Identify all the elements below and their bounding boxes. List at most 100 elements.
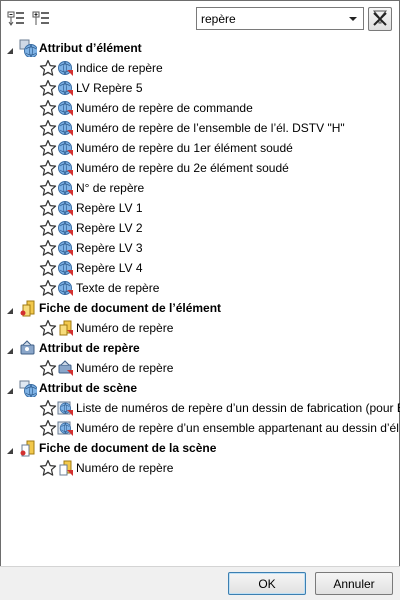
tree-item[interactable]: Numéro de repère [0,358,400,378]
tree-item-label: Numéro de repère de l’ensemble de l’él. … [76,121,345,135]
attribute-item-icon [57,359,73,377]
cancel-button[interactable]: Annuler [315,572,393,595]
expand-all-icon[interactable] [32,8,52,28]
attribute-item-icon [57,159,73,177]
attribute-item-icon [57,119,73,137]
tree-item-label: LV Repère 5 [76,81,143,95]
clear-filter-button[interactable] [368,7,392,31]
tree-item[interactable]: Repère LV 3 [0,238,400,258]
favorite-star-icon[interactable] [39,459,57,477]
tree-item-label: Repère LV 2 [76,221,143,235]
attribute-item-icon [57,319,73,337]
tree-group[interactable]: Attribut de repère [0,338,400,358]
collapse-all-icon[interactable] [7,8,27,28]
tree-group-label: Fiche de document de la scène [39,441,217,455]
tree-item-label: Numéro de repère de commande [76,101,253,115]
attribute-item-icon [57,219,73,237]
attribute-item-icon [57,259,73,277]
toolbar [0,0,400,36]
clear-filter-icon [372,10,388,26]
tree-item[interactable]: Liste de numéros de repère d’un dessin d… [0,398,400,418]
favorite-star-icon[interactable] [39,319,57,337]
itemnumber-attribute-icon [19,339,37,357]
tree-item[interactable]: Repère LV 1 [0,198,400,218]
tree-group-label: Attribut de scène [39,381,138,395]
tree-item-label: Repère LV 4 [76,261,143,275]
favorite-star-icon[interactable] [39,279,57,297]
attribute-item-icon [57,419,73,437]
tree-item-label: Numéro de repère [76,461,174,475]
tree-item[interactable]: Numéro de repère du 1er élément soudé [0,138,400,158]
tree-group-label: Attribut de repère [39,341,140,355]
scene-attribute-icon [19,379,38,398]
element-attribute-icon [19,39,38,58]
attribute-item-icon [57,399,73,417]
tree-item[interactable]: N° de repère [0,178,400,198]
tree-item-label: Numéro de repère du 1er élément soudé [76,141,293,155]
attribute-item-icon [57,459,73,477]
tree-item-label: Numéro de repère d’un ensemble appartena… [76,421,399,435]
tree-item-label: Numéro de repère [76,361,174,375]
expand-triangle-icon[interactable] [6,44,14,54]
search-combobox[interactable] [196,7,364,30]
favorite-star-icon[interactable] [39,59,57,77]
tree-item-label: Texte de repère [76,281,160,295]
attribute-tree[interactable]: Attribut d’élément Indice de repère LV Rep… [0,38,400,568]
tree-item[interactable]: Indice de repère [0,58,400,78]
favorite-star-icon[interactable] [39,239,57,257]
tree-item-label: N° de repère [76,181,145,195]
tree-item-label: Numéro de repère [76,321,174,335]
favorite-star-icon[interactable] [39,399,57,417]
favorite-star-icon[interactable] [39,139,57,157]
tree-item-label: Numéro de repère du 2e élément soudé [76,161,289,175]
expand-triangle-icon[interactable] [6,304,14,314]
scene-document-sheet-icon [19,439,37,457]
favorite-star-icon[interactable] [39,259,57,277]
favorite-star-icon[interactable] [39,199,57,217]
tree-item-label: Liste de numéros de repère d’un dessin d… [76,401,400,415]
attribute-item-icon [57,99,73,117]
favorite-star-icon[interactable] [39,419,57,437]
favorite-star-icon[interactable] [39,359,57,377]
expand-triangle-icon[interactable] [6,444,14,454]
favorite-star-icon[interactable] [39,119,57,137]
tree-item[interactable]: Numéro de repère [0,458,400,478]
attribute-item-icon [57,139,73,157]
tree-item[interactable]: LV Repère 5 [0,78,400,98]
favorite-star-icon[interactable] [39,219,57,237]
attribute-item-icon [57,179,73,197]
tree-group[interactable]: Attribut d’élément [0,38,400,58]
dialog-footer: OK Annuler [0,567,400,600]
attribute-item-icon [57,279,73,297]
favorite-star-icon[interactable] [39,79,57,97]
tree-item[interactable]: Texte de repère [0,278,400,298]
attribute-item-icon [57,79,73,97]
expand-triangle-icon[interactable] [6,344,14,354]
favorite-star-icon[interactable] [39,159,57,177]
tree-item[interactable]: Numéro de repère d’un ensemble appartena… [0,418,400,438]
tree-item-label: Repère LV 3 [76,241,143,255]
tree-item[interactable]: Numéro de repère de l’ensemble de l’él. … [0,118,400,138]
tree-item-label: Repère LV 1 [76,201,143,215]
tree-group[interactable]: Fiche de document de la scène [0,438,400,458]
tree-item[interactable]: Repère LV 4 [0,258,400,278]
favorite-star-icon[interactable] [39,99,57,117]
tree-group[interactable]: Fiche de document de l’élément [0,298,400,318]
chevron-down-icon[interactable] [345,9,361,28]
element-document-sheet-icon [19,299,37,317]
tree-item[interactable]: Numéro de repère du 2e élément soudé [0,158,400,178]
tree-group[interactable]: Attribut de scène [0,378,400,398]
expand-triangle-icon[interactable] [6,384,14,394]
favorite-star-icon[interactable] [39,179,57,197]
attribute-item-icon [57,239,73,257]
attribute-item-icon [57,199,73,217]
ok-button[interactable]: OK [228,572,306,595]
search-input[interactable] [197,8,343,29]
attribute-item-icon [57,59,73,77]
tree-group-label: Attribut d’élément [39,41,142,55]
tree-item[interactable]: Numéro de repère [0,318,400,338]
tree-item[interactable]: Numéro de repère de commande [0,98,400,118]
tree-item[interactable]: Repère LV 2 [0,218,400,238]
tree-group-label: Fiche de document de l’élément [39,301,222,315]
tree-item-label: Indice de repère [76,61,163,75]
